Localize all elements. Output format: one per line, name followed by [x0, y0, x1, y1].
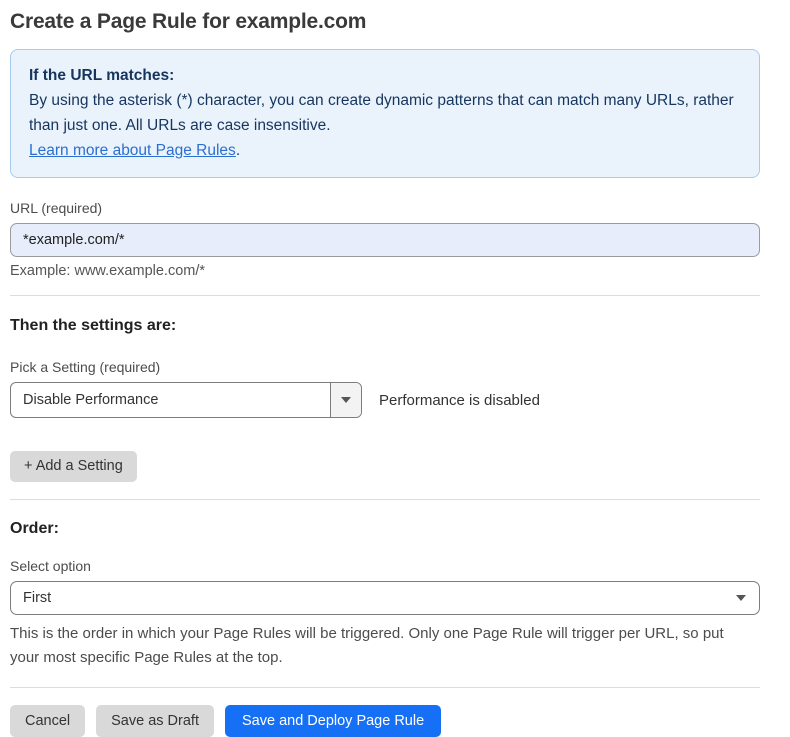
url-field-label: URL (required): [10, 200, 760, 216]
order-select-value: First: [23, 590, 51, 606]
divider: [10, 499, 760, 500]
info-box-body: By using the asterisk (*) character, you…: [29, 88, 741, 138]
order-select-label: Select option: [10, 558, 760, 574]
setting-row: Disable Performance Performance is disab…: [10, 382, 760, 418]
footer-button-row: Cancel Save as Draft Save and Deploy Pag…: [10, 705, 760, 737]
cancel-button[interactable]: Cancel: [10, 705, 85, 737]
pick-setting-label: Pick a Setting (required): [10, 359, 760, 375]
url-example-text: Example: www.example.com/*: [10, 263, 760, 279]
divider: [10, 687, 760, 688]
page-title: Create a Page Rule for example.com: [10, 10, 760, 34]
link-period: .: [236, 142, 240, 159]
url-match-info-box: If the URL matches: By using the asteris…: [10, 49, 760, 178]
info-box-heading: If the URL matches:: [29, 63, 741, 88]
setting-status-text: Performance is disabled: [379, 392, 540, 409]
setting-select-arrow-button[interactable]: [330, 383, 361, 417]
setting-select[interactable]: Disable Performance: [10, 382, 362, 418]
add-setting-button[interactable]: + Add a Setting: [10, 451, 137, 482]
order-section-heading: Order:: [10, 520, 760, 538]
learn-more-link[interactable]: Learn more about Page Rules: [29, 142, 236, 159]
page-rule-form: Create a Page Rule for example.com If th…: [0, 0, 790, 737]
order-help-text: This is the order in which your Page Rul…: [10, 622, 750, 670]
divider: [10, 295, 760, 296]
save-and-deploy-button[interactable]: Save and Deploy Page Rule: [225, 705, 441, 737]
chevron-down-icon: [341, 397, 351, 403]
settings-section-heading: Then the settings are:: [10, 317, 760, 335]
save-as-draft-button[interactable]: Save as Draft: [96, 705, 214, 737]
setting-select-value: Disable Performance: [11, 383, 330, 417]
order-select[interactable]: First: [10, 581, 760, 615]
info-box-link-line: Learn more about Page Rules.: [29, 138, 741, 163]
url-input[interactable]: [10, 223, 760, 257]
chevron-down-icon: [736, 595, 746, 601]
